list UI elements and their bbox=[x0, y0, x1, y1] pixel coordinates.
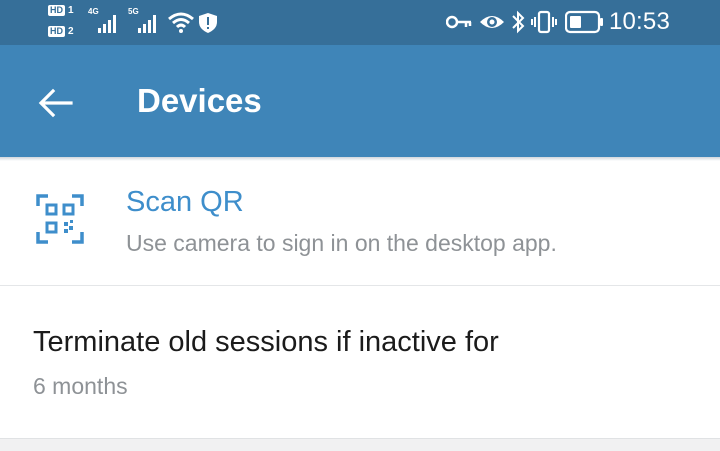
eye-icon bbox=[480, 16, 504, 28]
sim2-number: 2 bbox=[68, 26, 74, 37]
wifi-icon bbox=[168, 12, 194, 33]
signal-bars-icon bbox=[98, 13, 122, 33]
back-button[interactable] bbox=[30, 78, 80, 128]
sim1-hd-badge: HD bbox=[48, 5, 65, 16]
vibrate-icon bbox=[531, 10, 557, 34]
clock: 10:53 bbox=[608, 8, 670, 35]
scan-qr-row[interactable]: Scan QR Use camera to sign in on the des… bbox=[0, 161, 720, 285]
scan-qr-title: Scan QR bbox=[126, 186, 244, 218]
terminate-sessions-row[interactable]: Terminate old sessions if inactive for 6… bbox=[0, 286, 720, 438]
page-title: Devices bbox=[137, 82, 262, 119]
qr-code-icon bbox=[36, 194, 84, 244]
arrow-left-icon bbox=[38, 88, 73, 118]
sim1-number: 1 bbox=[68, 5, 74, 16]
scan-qr-subtitle: Use camera to sign in on the desktop app… bbox=[126, 230, 557, 256]
battery-icon bbox=[565, 10, 603, 34]
signal-bars-icon bbox=[138, 13, 162, 33]
terminate-sessions-title: Terminate old sessions if inactive for bbox=[33, 326, 499, 358]
app-bar: Devices bbox=[0, 45, 720, 157]
status-bar: HD 1 HD 2 4G 5G 10:53 bbox=[0, 0, 720, 45]
terminate-sessions-value: 6 months bbox=[33, 373, 128, 399]
shield-alert-icon bbox=[199, 13, 217, 33]
sim2-indicator: HD 2 bbox=[48, 26, 74, 37]
section-separator bbox=[0, 438, 720, 451]
key-icon bbox=[446, 15, 472, 29]
sim1-indicator: HD 1 bbox=[48, 5, 74, 16]
sim2-hd-badge: HD bbox=[48, 26, 65, 37]
bluetooth-icon bbox=[512, 10, 525, 34]
